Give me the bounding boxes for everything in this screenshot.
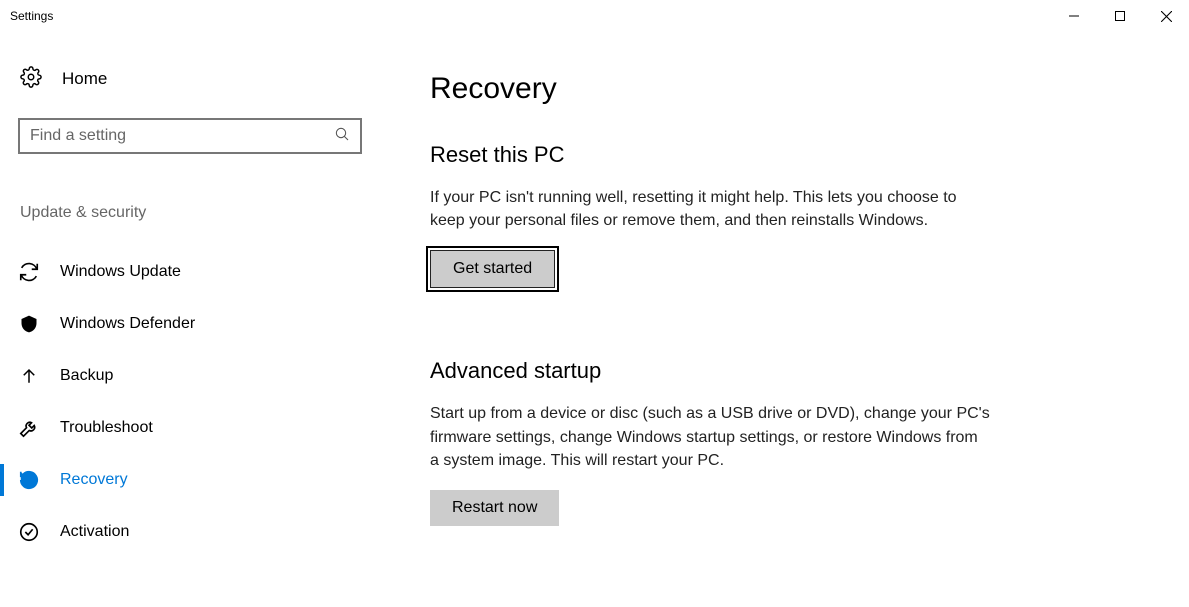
shield-icon bbox=[18, 313, 40, 335]
get-started-button[interactable]: Get started bbox=[430, 250, 555, 288]
sidebar-item-troubleshoot[interactable]: Troubleshoot bbox=[18, 402, 362, 454]
reset-description: If your PC isn't running well, resetting… bbox=[430, 186, 990, 232]
title-bar: Settings bbox=[0, 0, 1189, 32]
close-button[interactable] bbox=[1143, 0, 1189, 32]
reset-heading: Reset this PC bbox=[430, 142, 1129, 168]
sidebar-item-label: Windows Defender bbox=[60, 315, 195, 333]
page-title: Recovery bbox=[430, 72, 1129, 106]
sidebar-item-label: Activation bbox=[60, 523, 129, 541]
sync-icon bbox=[18, 261, 40, 283]
sidebar-item-label: Recovery bbox=[60, 471, 128, 489]
restart-now-button[interactable]: Restart now bbox=[430, 490, 559, 526]
sidebar-item-activation[interactable]: Activation bbox=[18, 506, 362, 558]
sidebar-item-label: Backup bbox=[60, 367, 113, 385]
search-box[interactable] bbox=[18, 118, 362, 154]
history-icon bbox=[18, 469, 40, 491]
sidebar-item-backup[interactable]: Backup bbox=[18, 350, 362, 402]
sidebar-item-label: Windows Update bbox=[60, 263, 181, 281]
reset-section: Reset this PC If your PC isn't running w… bbox=[430, 142, 1129, 288]
sidebar: Home Update & security Windows Update Wi… bbox=[0, 32, 380, 607]
sidebar-item-recovery[interactable]: Recovery bbox=[18, 454, 362, 506]
minimize-button[interactable] bbox=[1051, 0, 1097, 32]
minimize-icon bbox=[1069, 11, 1079, 21]
gear-icon bbox=[20, 66, 42, 92]
sidebar-item-label: Troubleshoot bbox=[60, 419, 153, 437]
window-title: Settings bbox=[10, 9, 53, 23]
maximize-button[interactable] bbox=[1097, 0, 1143, 32]
check-circle-icon bbox=[18, 521, 40, 543]
wrench-icon bbox=[18, 417, 40, 439]
search-icon bbox=[334, 126, 350, 146]
main-content: Recovery Reset this PC If your PC isn't … bbox=[380, 32, 1189, 607]
advanced-startup-section: Advanced startup Start up from a device … bbox=[430, 358, 1129, 526]
search-input[interactable] bbox=[30, 127, 334, 145]
advanced-heading: Advanced startup bbox=[430, 358, 1129, 384]
arrow-up-icon bbox=[18, 365, 40, 387]
advanced-description: Start up from a device or disc (such as … bbox=[430, 402, 990, 472]
maximize-icon bbox=[1115, 11, 1125, 21]
home-label: Home bbox=[62, 69, 107, 89]
home-link[interactable]: Home bbox=[18, 60, 362, 98]
sidebar-item-windows-defender[interactable]: Windows Defender bbox=[18, 298, 362, 350]
sidebar-item-windows-update[interactable]: Windows Update bbox=[18, 246, 362, 298]
close-icon bbox=[1161, 11, 1172, 22]
category-label: Update & security bbox=[18, 204, 362, 222]
nav-list: Windows Update Windows Defender Backup T… bbox=[18, 246, 362, 558]
